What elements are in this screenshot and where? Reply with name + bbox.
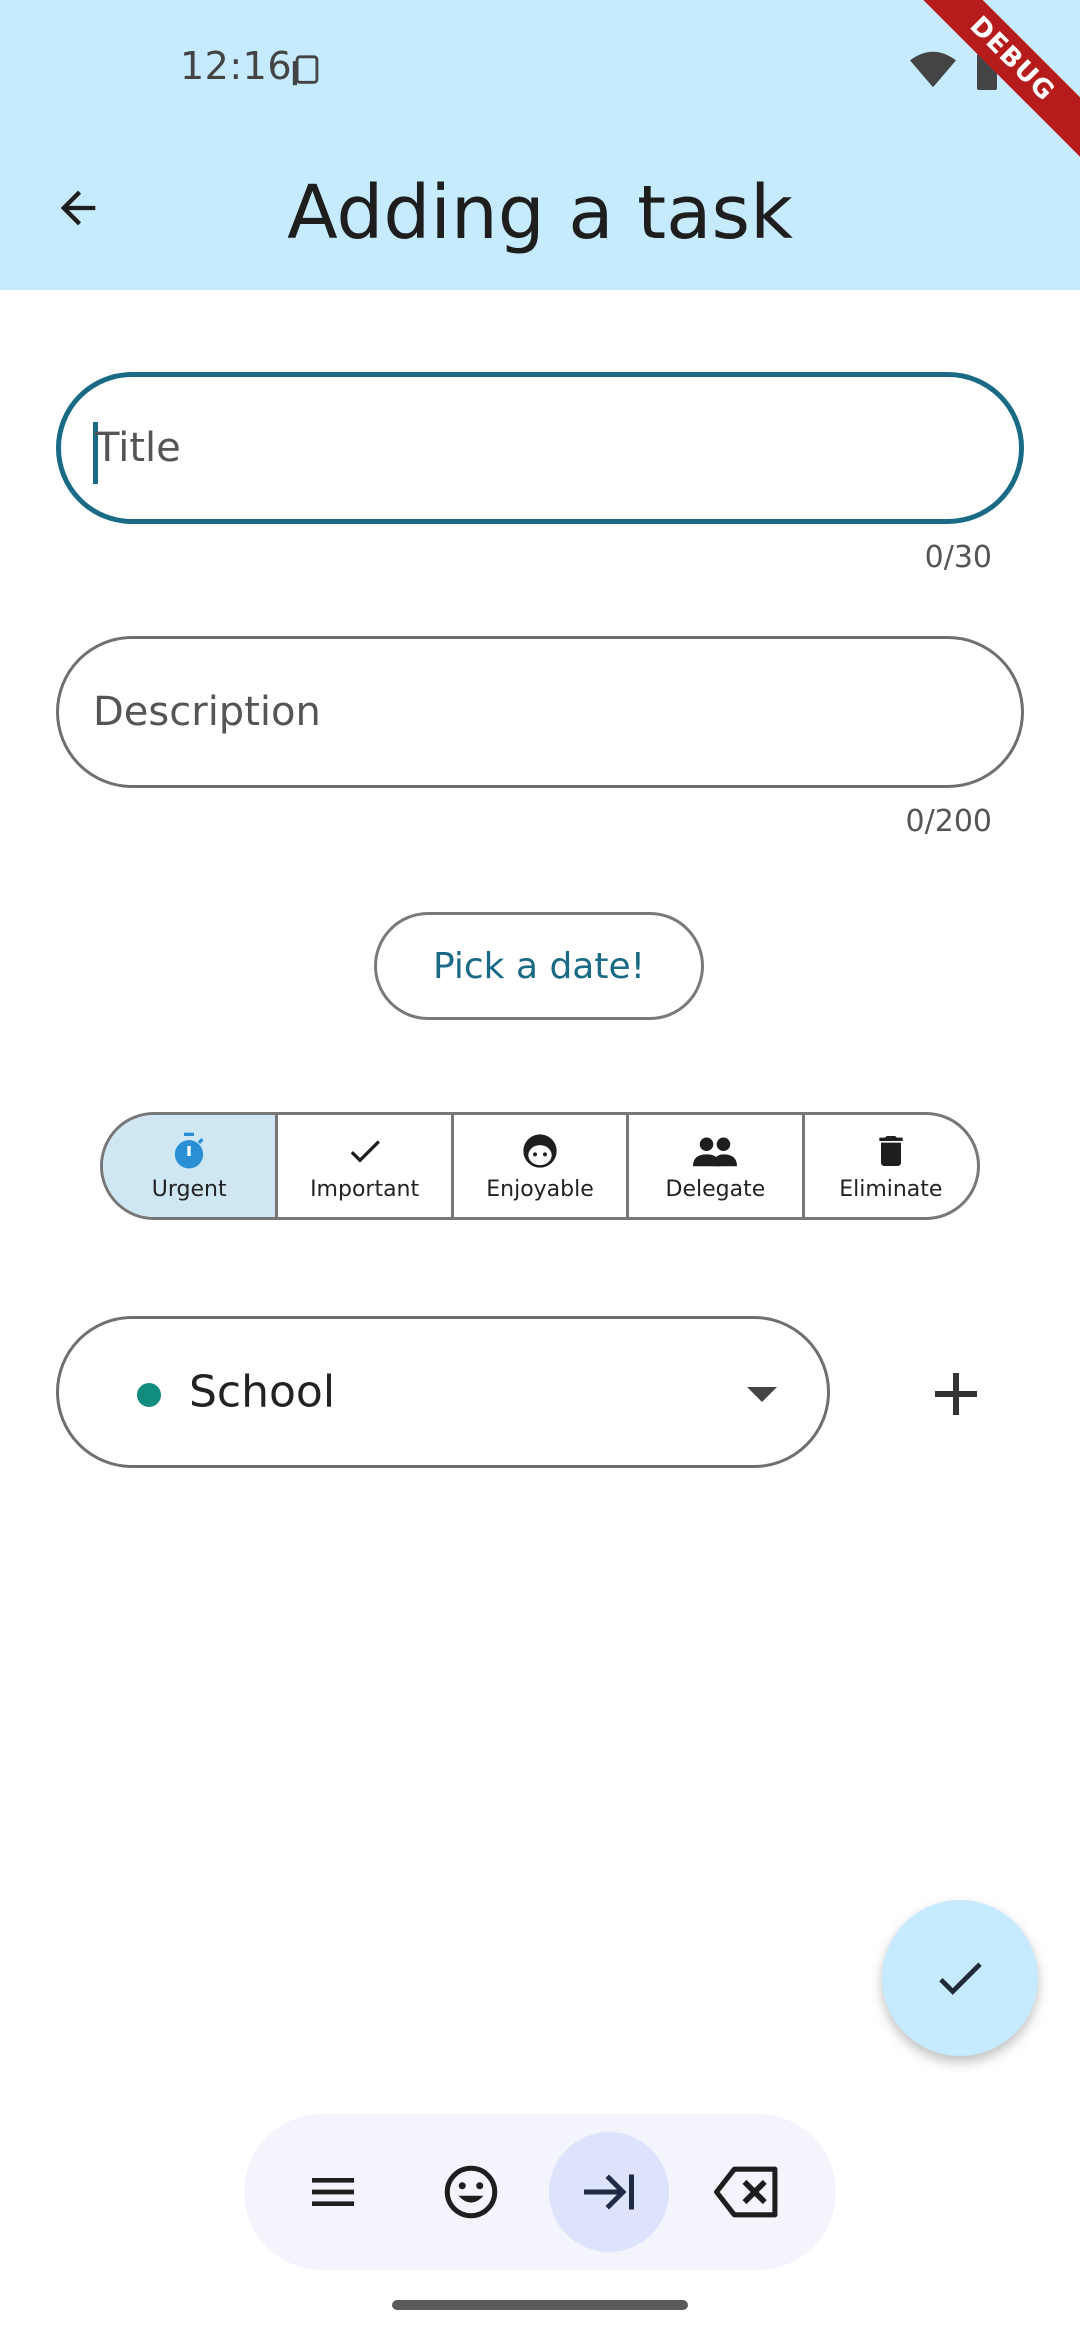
people-icon	[693, 1136, 738, 1166]
segment-label: Delegate	[665, 1176, 766, 1202]
dropdown-arrow-icon	[747, 1387, 777, 1402]
page-title: Adding a task	[287, 170, 793, 256]
title-input[interactable]: Title	[56, 372, 1024, 524]
sim-card-icon	[292, 55, 319, 86]
title-counter: 0/30	[924, 540, 992, 575]
segment-eliminate[interactable]: Eliminate	[805, 1115, 977, 1217]
plus-icon	[935, 1373, 977, 1415]
title-placeholder: Title	[95, 425, 181, 471]
segment-urgent[interactable]: Urgent	[103, 1115, 279, 1217]
top-bar: 12:16 DEBUG Adding a task	[0, 0, 1080, 290]
backspace-icon	[714, 2166, 778, 2218]
category-dropdown[interactable]: School	[56, 1316, 830, 1468]
pick-date-button[interactable]: Pick a date!	[374, 912, 704, 1020]
segment-important[interactable]: Important	[278, 1115, 454, 1217]
segment-enjoyable[interactable]: Enjoyable	[454, 1115, 630, 1217]
face-icon	[523, 1133, 557, 1168]
segment-label: Eliminate	[839, 1176, 943, 1202]
check-icon	[939, 1962, 982, 1995]
keyboard-toolbar	[244, 2114, 836, 2270]
debug-ribbon-label: DEBUG	[905, 0, 1080, 166]
priority-segmented-button: Urgent Important Enjoyable Delegate Elim…	[100, 1112, 980, 1220]
segment-delegate[interactable]: Delegate	[629, 1115, 805, 1217]
status-time: 12:16	[180, 44, 293, 88]
backspace-button[interactable]	[687, 2132, 807, 2252]
menu-icon	[312, 2178, 354, 2206]
category-color-dot	[137, 1383, 161, 1407]
category-value: School	[189, 1366, 336, 1418]
emoji-button[interactable]	[411, 2132, 531, 2252]
segment-label: Urgent	[151, 1176, 227, 1202]
menu-button[interactable]	[273, 2132, 393, 2252]
home-indicator[interactable]	[392, 2300, 688, 2310]
description-placeholder: Description	[93, 689, 321, 735]
save-task-fab[interactable]	[882, 1900, 1038, 2056]
timer-icon	[175, 1132, 204, 1168]
tab-button[interactable]	[549, 2132, 669, 2252]
description-input[interactable]: Description	[56, 636, 1024, 788]
debug-ribbon: DEBUG	[900, 0, 1080, 180]
segment-label: Enjoyable	[486, 1176, 594, 1202]
trash-icon	[879, 1135, 903, 1166]
add-category-button[interactable]	[920, 1358, 992, 1430]
emoji-icon	[444, 2165, 498, 2219]
check-icon	[350, 1139, 380, 1163]
segment-label: Important	[310, 1176, 420, 1202]
tab-icon	[584, 2174, 634, 2210]
description-counter: 0/200	[905, 804, 992, 839]
